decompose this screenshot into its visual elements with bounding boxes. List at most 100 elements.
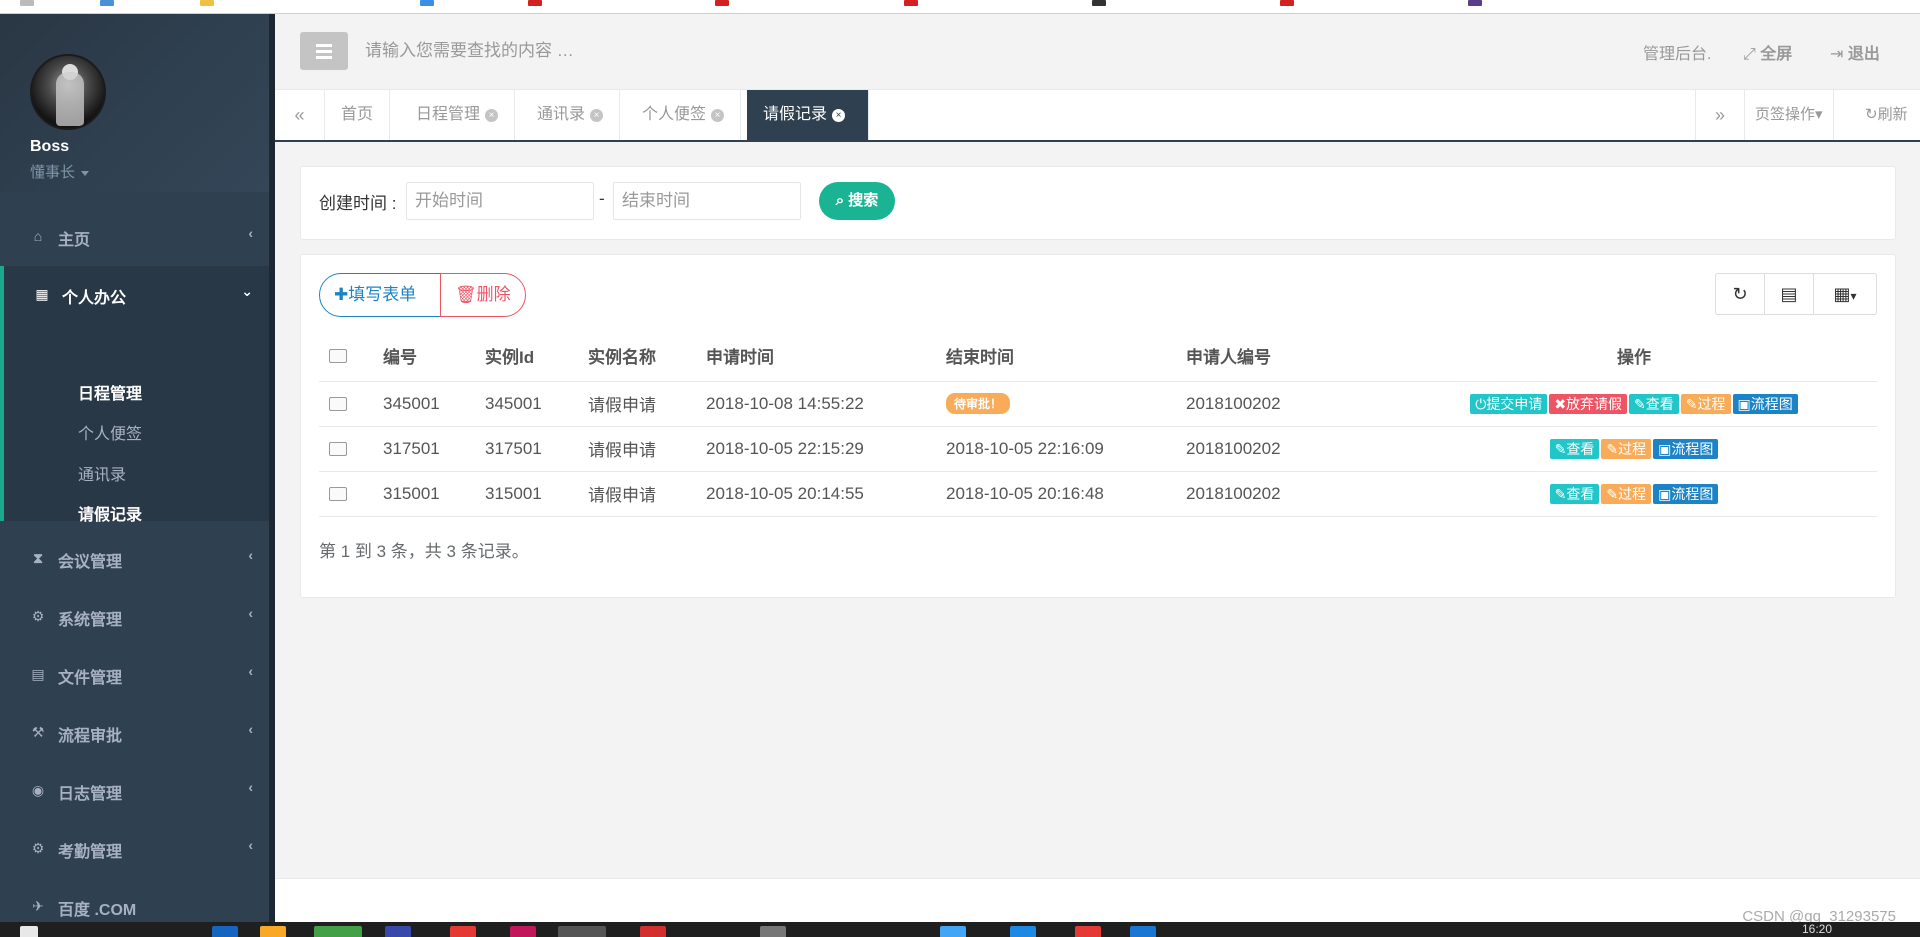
cell-instance-id: 317501 (475, 426, 578, 472)
row-checkbox[interactable] (329, 397, 347, 412)
select-all-checkbox[interactable] (329, 349, 347, 364)
bookmark-icon[interactable] (1468, 0, 1482, 6)
menu-toggle-button[interactable] (300, 32, 348, 70)
app-icon[interactable] (510, 926, 536, 937)
page-footer (275, 878, 1920, 922)
abandon-leave-button[interactable]: ✖放弃请假 (1549, 393, 1628, 414)
add-form-button[interactable]: ✚填写表单 (319, 273, 441, 317)
column-header[interactable]: 实例Id (475, 331, 578, 382)
refresh-table-button[interactable]: ↻ (1715, 273, 1765, 315)
tab-notes[interactable]: 个人便签 × (626, 90, 742, 140)
app-icon[interactable] (760, 926, 786, 937)
sidebar-item-label: 文件管理 (58, 670, 123, 687)
bookmark-icon[interactable] (1280, 0, 1294, 6)
user-role-dropdown[interactable]: 懂事长 (30, 161, 90, 182)
sidebar-item-baidu[interactable]: ✈ 百度 .COM (0, 878, 275, 922)
caret-down-icon: ▾ (1850, 289, 1857, 303)
tab-leave-records[interactable]: 请假记录 × (747, 90, 869, 140)
folder-icon[interactable] (260, 926, 286, 937)
sidebar-item-attendance[interactable]: ⚙ 考勤管理 ‹ (0, 820, 275, 878)
bookmark-icon[interactable] (420, 0, 434, 6)
row-checkbox[interactable] (329, 442, 347, 457)
fullscreen-button[interactable]: ⤢ 全屏 (1743, 40, 1792, 64)
view-button[interactable]: ✎查看 (1549, 438, 1600, 459)
column-header[interactable]: 结束时间 (936, 331, 1176, 382)
admin-label: 管理后台. (1643, 46, 1712, 63)
columns-dropdown-button[interactable]: ▦▾ (1813, 273, 1877, 315)
avatar[interactable] (30, 54, 106, 130)
refresh-icon: ↻ (1732, 284, 1748, 304)
refresh-tab-button[interactable]: ↻刷新 (1855, 90, 1918, 140)
view-button[interactable]: ✎查看 (1629, 393, 1679, 414)
flowchart-button[interactable]: ▣流程图 (1653, 438, 1719, 459)
sidebar-item-meetings[interactable]: ⧗ 会议管理 ‹ (0, 530, 275, 588)
plus-icon: ✚ (334, 285, 349, 304)
close-icon[interactable]: × (590, 109, 604, 122)
bookmark-icon[interactable] (100, 0, 114, 6)
search-input[interactable] (363, 32, 783, 70)
column-header[interactable]: 申请时间 (696, 331, 936, 382)
app-icon[interactable] (450, 926, 476, 937)
sidebar-item-personal-office[interactable]: ▦ 个人办公 ⌄ (0, 266, 275, 345)
chevron-down-icon: ⌄ (241, 283, 253, 299)
sidebar-item-approval[interactable]: ⚒ 流程审批 ‹ (0, 704, 275, 762)
app-icon[interactable] (314, 926, 362, 937)
bookmark-icon[interactable] (715, 0, 729, 6)
app-icon[interactable] (640, 926, 666, 937)
tab-contacts[interactable]: 通讯录 × (521, 90, 621, 140)
submenu-item-contacts[interactable]: 通讯录 (78, 461, 126, 485)
sidebar-item-files[interactable]: ▤ 文件管理 ‹ (0, 646, 275, 704)
app-icon[interactable] (1075, 926, 1101, 937)
sidebar-item-system[interactable]: ⚙ 系统管理 ‹ (0, 588, 275, 646)
close-icon[interactable]: × (832, 109, 846, 122)
tabs-scroll-left-button[interactable]: « (275, 90, 325, 140)
submit-application-button[interactable]: ⏻提交申请 (1470, 393, 1548, 414)
app-icon[interactable] (385, 926, 411, 937)
app-icon[interactable] (212, 926, 238, 937)
tab-schedule[interactable]: 日程管理 × (400, 90, 516, 140)
close-icon[interactable]: × (485, 109, 499, 122)
flowchart-button[interactable]: ▣流程图 (1732, 393, 1798, 414)
column-header[interactable]: 编号 (373, 331, 475, 382)
app-icon[interactable] (940, 926, 966, 937)
flowchart-button[interactable]: ▣流程图 (1653, 483, 1719, 504)
app-icon[interactable] (1010, 926, 1036, 937)
gavel-icon: ⚒ (31, 724, 45, 740)
process-button[interactable]: ✎过程 (1601, 438, 1652, 459)
column-header[interactable]: 实例名称 (578, 331, 696, 382)
column-header[interactable]: 申请人编号 (1176, 331, 1391, 382)
submenu-item-schedule[interactable]: 日程管理 (78, 380, 142, 404)
delete-button[interactable]: 🗑删除 (440, 273, 526, 317)
bookmark-icon[interactable] (528, 0, 542, 6)
logout-button[interactable]: ⇥ 退出 (1830, 40, 1880, 64)
row-checkbox[interactable] (329, 487, 347, 502)
file-icon: ▤ (31, 666, 45, 682)
bookmark-icon[interactable] (200, 0, 214, 6)
start-icon[interactable] (20, 926, 38, 937)
submenu-item-leave-records[interactable]: 请假记录 (78, 501, 142, 525)
search-button[interactable]: ⌕ 搜索 (819, 182, 895, 220)
bookmark-icon[interactable] (904, 0, 918, 6)
view-button[interactable]: ✎查看 (1549, 483, 1600, 504)
process-button[interactable]: ✎过程 (1680, 393, 1731, 414)
action-label: 过程 (1697, 395, 1726, 412)
chevron-left-icon: ‹ (248, 663, 253, 679)
bookmark-icon[interactable] (1092, 0, 1106, 6)
tabs-scroll-right-button[interactable]: » (1695, 90, 1745, 140)
process-button[interactable]: ✎过程 (1601, 483, 1652, 504)
page-ops-dropdown[interactable]: 页签操作▾ (1745, 90, 1834, 140)
start-time-input[interactable] (406, 182, 594, 220)
submenu-item-notes[interactable]: 个人便签 (78, 420, 142, 444)
cell-id: 315001 (373, 471, 475, 517)
end-time-input[interactable] (613, 182, 801, 220)
app-icon[interactable] (1130, 926, 1156, 937)
home-icon: ⌂ (33, 228, 43, 244)
bookmark-icon[interactable] (20, 0, 34, 6)
tab-home[interactable]: 首页 (325, 90, 391, 140)
sidebar-item-home[interactable]: ⌂ 主页 ‹ (0, 208, 275, 266)
sidebar-scrollbar[interactable] (269, 14, 275, 922)
sidebar-item-logs[interactable]: ◉ 日志管理 ‹ (0, 762, 275, 820)
toggle-view-button[interactable]: ▤ (1764, 273, 1814, 315)
close-icon[interactable]: × (711, 109, 725, 122)
app-icon[interactable] (558, 926, 606, 937)
